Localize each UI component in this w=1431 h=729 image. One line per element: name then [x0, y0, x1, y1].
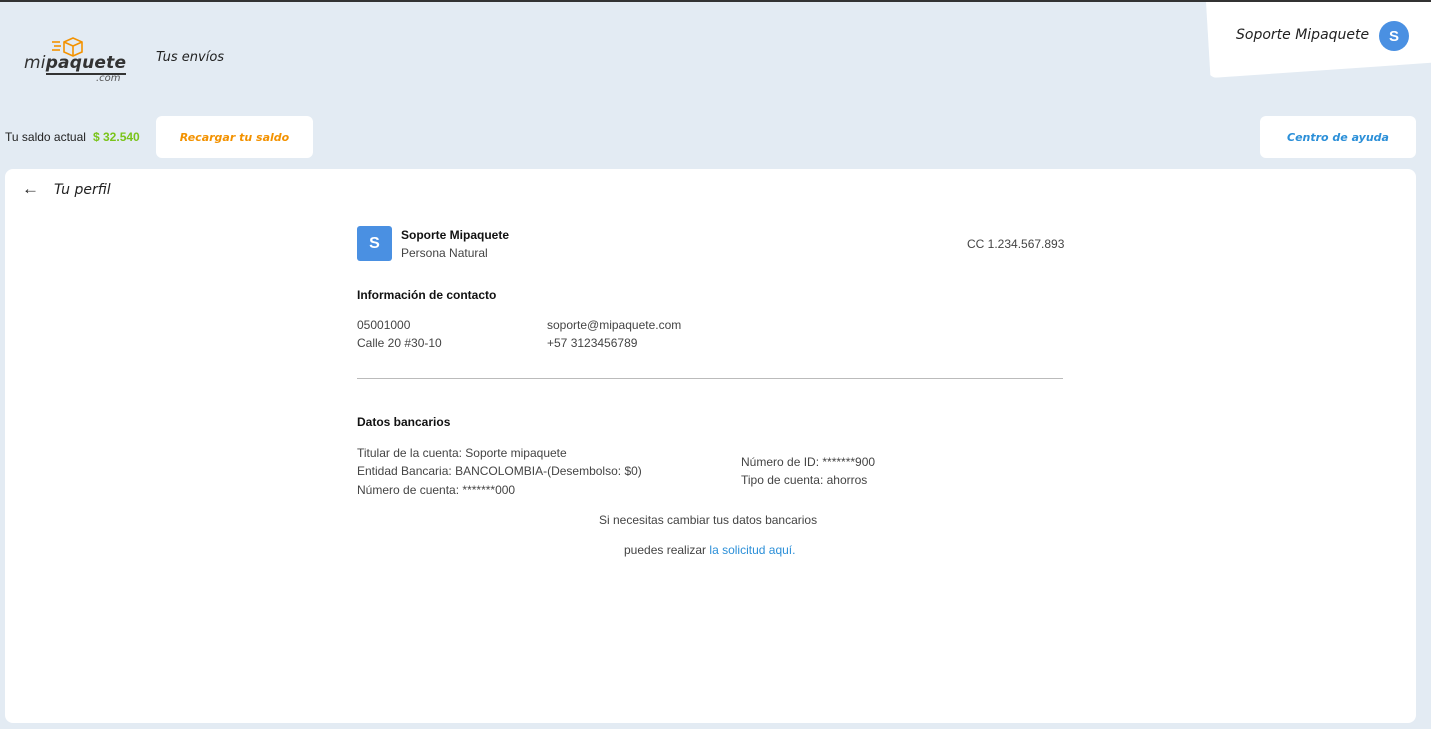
request-sentence: puedes realizar la solicitud aquí. — [624, 543, 796, 557]
postal-code: 05001000 — [357, 318, 411, 332]
bank-section-title: Datos bancarios — [357, 415, 451, 429]
recharge-balance-button[interactable]: Recargar tu saldo — [156, 116, 313, 158]
profile-name: Soporte Mipaquete — [401, 228, 510, 242]
contact-section-title: Información de contacto — [357, 288, 497, 302]
logo-suffix: .com — [96, 73, 121, 84]
account-holder: Titular de la cuenta: Soporte mipaquete — [357, 446, 567, 460]
account-type: Tipo de cuenta: ahorros — [741, 473, 868, 487]
request-link[interactable]: la solicitud aquí. — [709, 543, 795, 557]
avatar[interactable]: S — [1379, 21, 1409, 51]
id-number: Número de ID: *******900 — [741, 455, 876, 469]
help-center-button[interactable]: Centro de ayuda — [1260, 116, 1416, 158]
person-type: Persona Natural — [401, 246, 488, 260]
email: soporte@mipaquete.com — [547, 318, 682, 332]
balance-amount: $ 32.540 — [93, 130, 140, 144]
address: Calle 20 #30-10 — [357, 336, 442, 350]
arrow-left-icon[interactable]: ← — [22, 179, 39, 199]
section-divider — [357, 378, 1063, 379]
balance-label: Tu saldo actual — [5, 130, 86, 144]
account-number: Número de cuenta: *******000 — [357, 483, 516, 497]
page-title: Tu perfil — [54, 182, 111, 198]
nav-shipments-link[interactable]: Tus envíos — [156, 50, 224, 65]
logo-text: mipaquete — [24, 53, 127, 75]
phone: +57 3123456789 — [547, 336, 638, 350]
id-document: CC 1.234.567.893 — [967, 237, 1065, 251]
user-name[interactable]: Soporte Mipaquete — [1236, 27, 1369, 43]
profile-panel — [5, 169, 1416, 723]
bank-entity: Entidad Bancaria: BANCOLOMBIA-(Desembols… — [357, 464, 642, 478]
change-bank-note: Si necesitas cambiar tus datos bancarios — [599, 513, 818, 527]
profile-avatar: S — [357, 226, 392, 261]
mipaquete-logo[interactable]: mipaquete .com — [24, 36, 127, 86]
